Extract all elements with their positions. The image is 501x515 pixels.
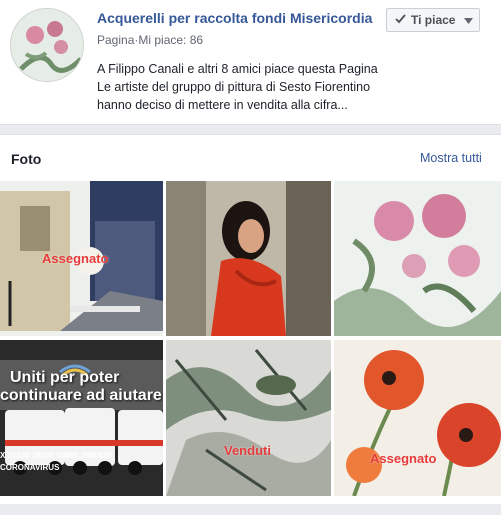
- page-meta: Pagina·Mi piace: 86: [97, 33, 204, 47]
- like-button-label: Ti piace: [411, 13, 456, 27]
- description-line: hanno deciso di mettere in vendita alla …: [97, 98, 348, 112]
- chevron-down-icon: [464, 13, 474, 27]
- page-description: A Filippo Canali e altri 8 amici piace q…: [97, 60, 487, 114]
- photos-card: Foto Mostra tutti Assegnato Uniti per po…: [0, 134, 501, 515]
- page-avatar[interactable]: [10, 8, 84, 82]
- photo-overlay-label: Venduti: [224, 443, 271, 458]
- photo-woman-red[interactable]: [166, 181, 331, 336]
- photo-coronavirus-caption: CORONAVIRUS: [0, 463, 60, 472]
- checkmark-icon: [395, 13, 406, 27]
- show-all-link[interactable]: Mostra tutti: [420, 151, 482, 165]
- page-name-link[interactable]: Acquerelli per raccolta fondi Misericord…: [97, 10, 372, 26]
- photo-street-scene[interactable]: Assegnato: [0, 181, 163, 336]
- photo-overlay-label: Assegnato: [370, 451, 437, 466]
- photo-banner-line: Uniti per poter: [10, 369, 120, 386]
- friends-like-text[interactable]: A Filippo Canali e altri 8 amici piace q…: [97, 60, 487, 78]
- photo-overlay-label: Assegnato: [42, 251, 109, 266]
- like-button[interactable]: Ti piace: [386, 8, 480, 32]
- photos-title: Foto: [11, 151, 42, 167]
- photo-abstract[interactable]: Venduti: [166, 340, 331, 496]
- photo-iban-caption: X 01030 38100 00000 2940630: [0, 451, 113, 460]
- photo-banner-line: continuare ad aiutare: [0, 387, 162, 404]
- photo-poppies[interactable]: Assegnato: [334, 340, 501, 496]
- page-background-strip: [0, 504, 501, 515]
- photo-ambulances[interactable]: Uniti per poter continuare ad aiutare X …: [0, 340, 163, 496]
- description-line: Le artiste del gruppo di pittura di Sest…: [97, 80, 371, 94]
- photo-pink-roses[interactable]: [334, 181, 501, 336]
- page-header-card: Acquerelli per raccolta fondi Misericord…: [0, 0, 501, 125]
